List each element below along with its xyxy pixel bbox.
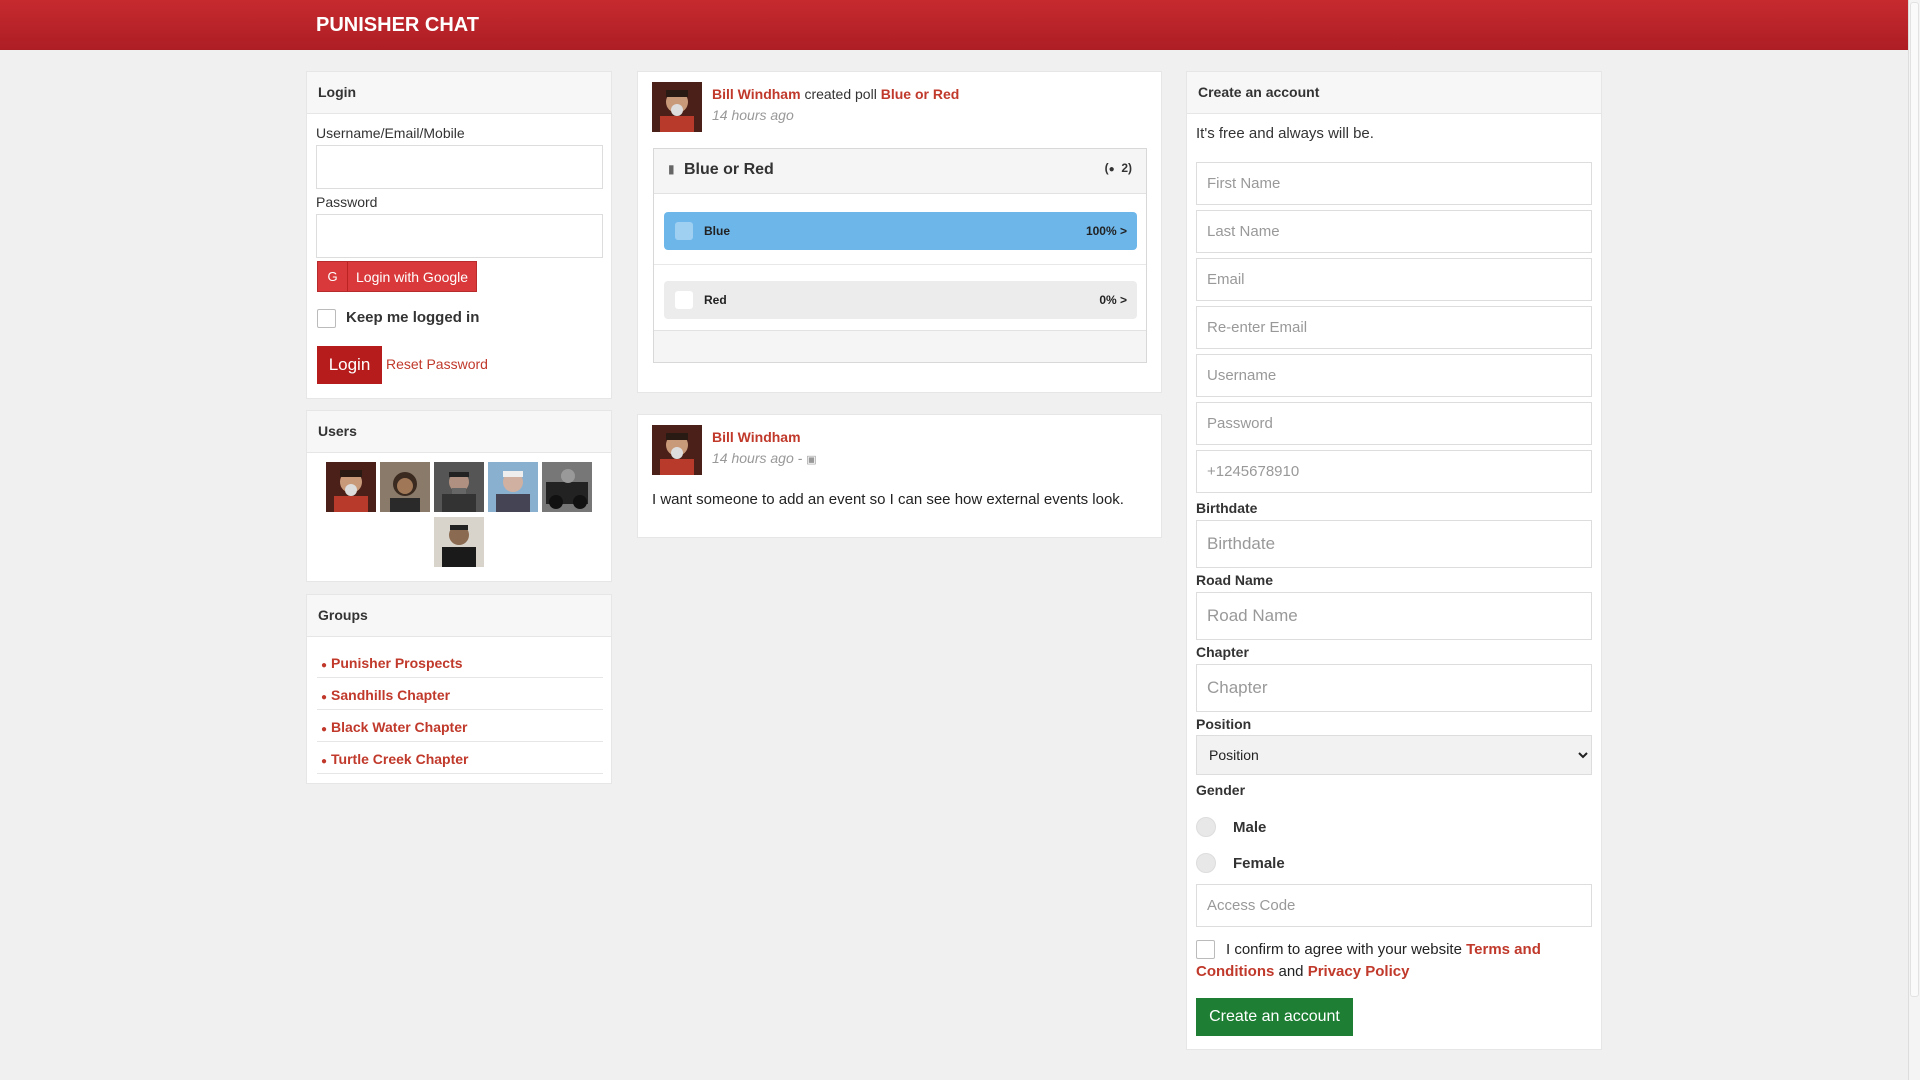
reset-password-link[interactable]: Reset Password bbox=[386, 356, 488, 372]
group-item-label: Black Water Chapter bbox=[331, 719, 468, 735]
post-text: I want someone to add an event so I can … bbox=[652, 491, 1124, 508]
last-name-input[interactable] bbox=[1196, 210, 1592, 253]
birthdate-input[interactable] bbox=[1196, 520, 1592, 568]
post-timestamp: 14 hours ago - ▣ bbox=[712, 450, 817, 466]
poll-title-link[interactable]: Blue or Red bbox=[881, 86, 960, 102]
group-item-label: Sandhills Chapter bbox=[331, 687, 451, 703]
register-username-input[interactable] bbox=[1196, 354, 1592, 397]
users-icon: ● bbox=[321, 756, 328, 767]
poll-footer bbox=[654, 330, 1146, 362]
keep-logged-label: Keep me logged in bbox=[346, 309, 480, 326]
poll-vote-count: (● 2) bbox=[1104, 161, 1132, 175]
post-timestamp: 14 hours ago bbox=[712, 107, 794, 123]
username-input[interactable] bbox=[316, 145, 603, 189]
user-avatar[interactable] bbox=[434, 517, 484, 567]
users-panel-title: Users bbox=[307, 411, 611, 453]
scrollbar-thumb[interactable] bbox=[1910, 2, 1919, 997]
register-subtitle: It's free and always will be. bbox=[1196, 125, 1374, 142]
users-icon: ● bbox=[321, 692, 328, 703]
poll-option-percent: 100% > bbox=[1085, 224, 1127, 238]
first-name-input[interactable] bbox=[1196, 162, 1592, 205]
group-item-punisher-prospects[interactable]: ● Punisher Prospects bbox=[317, 646, 603, 678]
chapter-label: Chapter bbox=[1196, 644, 1249, 660]
email-input[interactable] bbox=[1196, 258, 1592, 301]
terms-confirm-text: I confirm to agree with your website bbox=[1226, 941, 1462, 958]
poll-option-checkbox[interactable] bbox=[675, 291, 693, 309]
create-account-button[interactable]: Create an account bbox=[1196, 998, 1353, 1036]
poll-option-label: Blue bbox=[704, 224, 731, 238]
google-icon: G bbox=[318, 262, 348, 291]
post-author-avatar[interactable] bbox=[652, 82, 702, 132]
login-panel: Login Username/Email/Mobile Password G L… bbox=[306, 71, 612, 399]
road-name-label: Road Name bbox=[1196, 572, 1274, 588]
poll-option-red[interactable]: Red 0% > bbox=[664, 281, 1137, 319]
poll-votes: 2 bbox=[1121, 161, 1128, 175]
register-panel-title: Create an account bbox=[1187, 72, 1601, 114]
groups-panel-title: Groups bbox=[307, 595, 611, 637]
users-icon: ● bbox=[321, 724, 328, 735]
poll-option-label: Red bbox=[704, 293, 727, 307]
username-label: Username/Email/Mobile bbox=[316, 125, 465, 141]
post-header: Bill Windham created poll Blue or Red bbox=[712, 86, 959, 102]
login-button[interactable]: Login bbox=[317, 346, 382, 384]
user-avatar[interactable] bbox=[488, 462, 538, 512]
position-select[interactable]: Position bbox=[1196, 735, 1592, 775]
post-author-avatar[interactable] bbox=[652, 425, 702, 475]
gender-female-label: Female bbox=[1233, 855, 1285, 872]
poll-widget: ▮ Blue or Red (● 2) Blue 100% > Red 0% > bbox=[653, 148, 1147, 363]
chapter-input[interactable] bbox=[1196, 664, 1592, 712]
register-panel: Create an account It's free and always w… bbox=[1186, 71, 1602, 1050]
reenter-email-input[interactable] bbox=[1196, 306, 1592, 349]
login-google-button[interactable]: G Login with Google bbox=[317, 261, 477, 292]
gender-male-radio[interactable] bbox=[1196, 817, 1216, 837]
group-item-turtle-creek-chapter[interactable]: ● Turtle Creek Chapter bbox=[317, 742, 603, 774]
user-avatar[interactable] bbox=[326, 462, 376, 512]
post-time-text: 14 hours ago - bbox=[712, 450, 803, 466]
login-panel-title: Login bbox=[307, 72, 611, 114]
post-author-link[interactable]: Bill Windham bbox=[712, 86, 801, 102]
position-label: Position bbox=[1196, 716, 1252, 732]
group-item-sandhills-chapter[interactable]: ● Sandhills Chapter bbox=[317, 678, 603, 710]
gender-female-radio[interactable] bbox=[1196, 853, 1216, 873]
poll-option-percent: 0% > bbox=[1099, 293, 1127, 307]
users-icon: ● bbox=[1108, 164, 1115, 175]
groups-panel: Groups ● Punisher Prospects ● Sandhills Ch… bbox=[306, 594, 612, 784]
top-navbar: PUNISHER CHAT bbox=[0, 0, 1908, 50]
phone-input[interactable] bbox=[1196, 450, 1592, 493]
group-item-label: Punisher Prospects bbox=[331, 655, 463, 671]
keep-logged-checkbox[interactable] bbox=[317, 309, 336, 328]
users-panel: Users bbox=[306, 410, 612, 582]
poll-divider bbox=[654, 264, 1146, 265]
poll-title: Blue or Red bbox=[684, 161, 774, 178]
poll-icon: ▮ bbox=[668, 162, 675, 176]
user-avatar[interactable] bbox=[542, 462, 592, 512]
group-item-label: Turtle Creek Chapter bbox=[331, 751, 469, 767]
privacy-link[interactable]: Privacy Policy bbox=[1308, 963, 1410, 980]
group-item-black-water-chapter[interactable]: ● Black Water Chapter bbox=[317, 710, 603, 742]
login-google-label: Login with Google bbox=[356, 269, 469, 285]
poll-option-checkbox[interactable] bbox=[675, 222, 693, 240]
terms-text: I confirm to agree with your website Ter… bbox=[1196, 939, 1592, 983]
gender-male-label: Male bbox=[1233, 819, 1267, 836]
password-input[interactable] bbox=[316, 214, 603, 258]
user-avatar[interactable] bbox=[380, 462, 430, 512]
post-action: created poll bbox=[804, 86, 877, 102]
poll-header: ▮ Blue or Red (● 2) bbox=[654, 149, 1146, 194]
road-name-input[interactable] bbox=[1196, 592, 1592, 640]
post-author-link[interactable]: Bill Windham bbox=[712, 429, 801, 445]
user-avatar[interactable] bbox=[434, 462, 484, 512]
feed-post-poll: Bill Windham created poll Blue or Red 14… bbox=[637, 71, 1162, 393]
gender-label: Gender bbox=[1196, 782, 1246, 798]
brand-logo[interactable]: PUNISHER CHAT bbox=[316, 14, 479, 37]
globe-icon: ▣ bbox=[806, 454, 817, 466]
password-label: Password bbox=[316, 194, 378, 210]
register-password-input[interactable] bbox=[1196, 402, 1592, 445]
page-scrollbar[interactable] bbox=[1908, 0, 1920, 1080]
poll-option-blue[interactable]: Blue 100% > bbox=[664, 212, 1137, 250]
users-icon: ● bbox=[321, 660, 328, 671]
birthdate-label: Birthdate bbox=[1196, 500, 1258, 516]
terms-and-text: and bbox=[1278, 963, 1304, 980]
access-code-input[interactable] bbox=[1196, 884, 1592, 927]
feed-post-status: Bill Windham 14 hours ago - ▣ I want som… bbox=[637, 414, 1162, 538]
